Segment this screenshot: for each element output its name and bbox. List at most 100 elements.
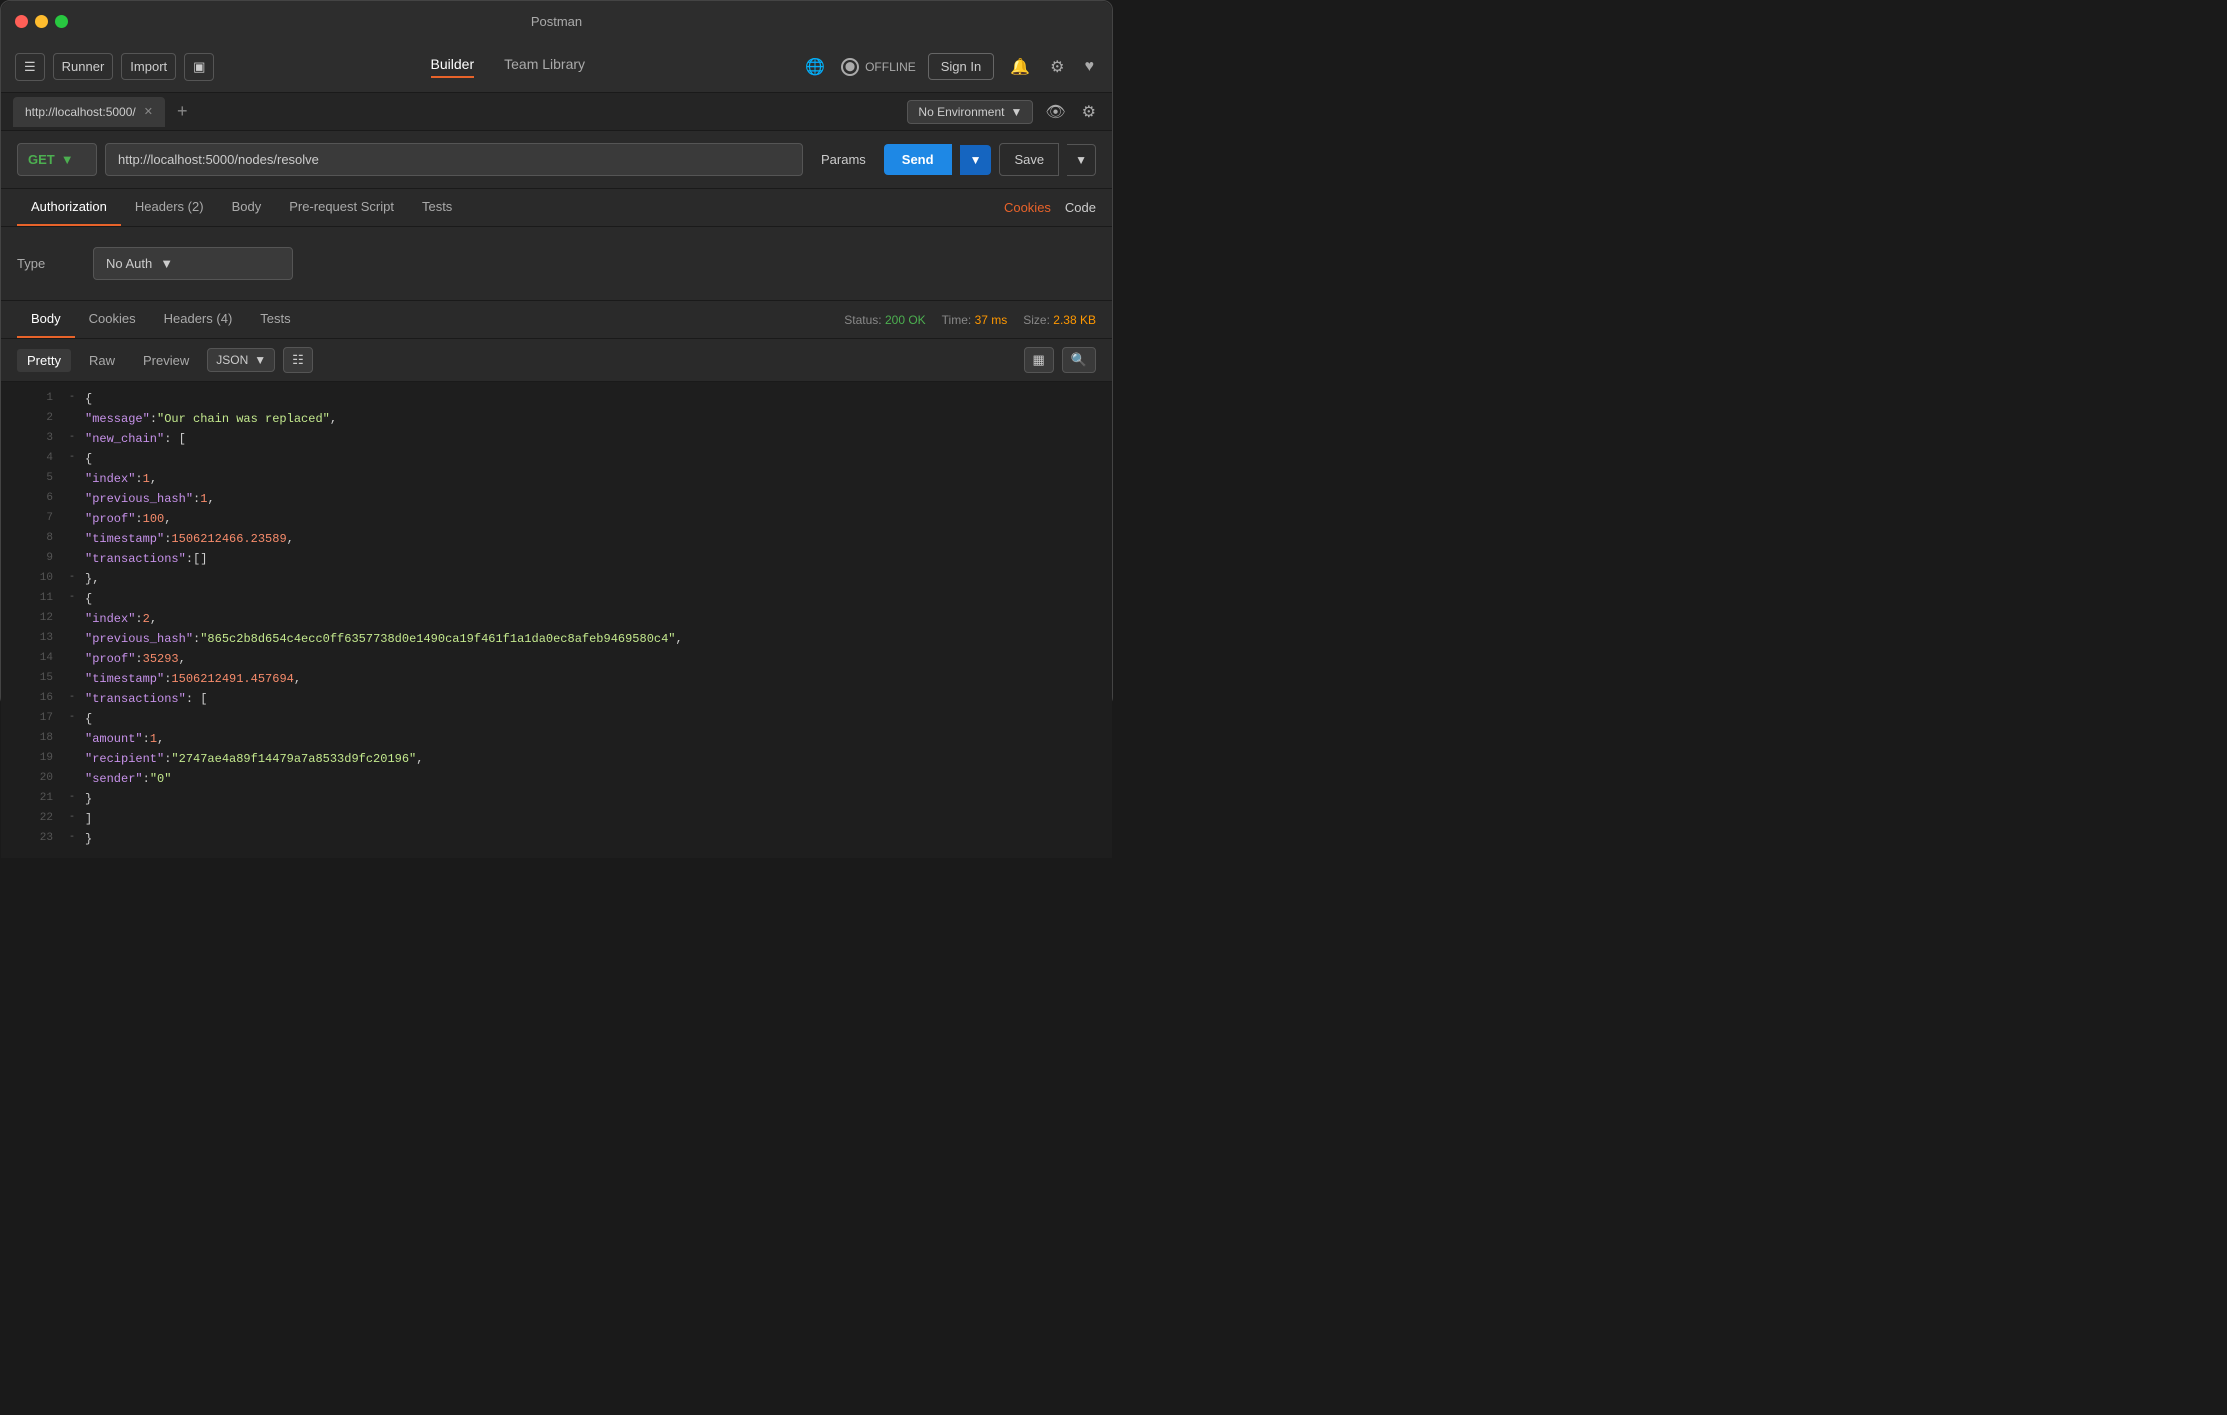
resp-tab-tests[interactable]: Tests [246,301,304,338]
json-token-punct: , [150,610,157,630]
collapse-toggle[interactable]: - [69,830,81,850]
minimize-button[interactable] [35,15,48,28]
line-number: 15 [17,670,53,690]
heart-icon[interactable]: ♥ [1081,54,1099,80]
format-preview[interactable]: Preview [133,349,199,372]
import-button[interactable]: Import [121,53,176,80]
offline-indicator: ⬤ [841,58,859,76]
settings-icon[interactable]: ⚙ [1046,53,1068,81]
json-token-brace: } [85,830,92,850]
new-tab-button[interactable]: ▣ [184,53,214,81]
url-input[interactable] [105,143,803,176]
runner-label: Runner [62,59,105,74]
response-format-bar: Pretty Raw Preview JSON ▼ ☷ ▦ 🔍 [1,339,1112,382]
size-label: Size: 2.38 KB [1023,313,1096,327]
collapse-toggle[interactable]: - [69,430,81,450]
resp-tab-cookies[interactable]: Cookies [75,301,150,338]
tab-tests[interactable]: Tests [408,189,466,226]
environment-select[interactable]: No Environment ▼ [907,100,1033,124]
offline-label: OFFLINE [865,60,916,74]
line-number: 9 [17,550,53,570]
json-body[interactable]: 1-{2 "message": "Our chain was replaced"… [1,382,1112,858]
add-tab-button[interactable]: + [171,101,194,122]
auth-type-chevron-icon: ▼ [160,256,173,271]
json-token-brace: } [85,790,92,810]
close-button[interactable] [15,15,28,28]
format-chevron-icon: ▼ [254,353,266,367]
format-pretty[interactable]: Pretty [17,349,71,372]
save-dropdown-button[interactable]: ▼ [1067,144,1096,176]
collapse-toggle [69,490,81,510]
json-token-punct: : [164,670,171,690]
tab-bar: http://localhost:5000/ ✕ + No Environmen… [1,93,1112,131]
auth-type-label: Type [17,256,77,271]
collapse-toggle[interactable]: - [69,570,81,590]
json-line: 7 "proof": 100, [1,510,1112,530]
globe-icon[interactable]: 🌐 [801,53,829,81]
json-token-punct: , [164,510,171,530]
filter-button[interactable]: ☷ [283,347,313,373]
copy-button[interactable]: ▦ [1024,347,1054,373]
collapse-toggle [69,470,81,490]
params-button[interactable]: Params [811,144,876,175]
code-link[interactable]: Code [1065,200,1096,215]
json-line: 3- "new_chain": [ [1,430,1112,450]
json-token-punct: : [164,530,171,550]
tab-body[interactable]: Body [218,189,276,226]
json-line: 4- { [1,450,1112,470]
json-token-punct: , [294,670,301,690]
tab-builder[interactable]: Builder [431,56,475,78]
send-button[interactable]: Send [884,144,952,175]
runner-button[interactable]: Runner [53,53,114,80]
json-token-punct: , [330,410,337,430]
json-token-str: "2747ae4a89f14479a7a8533d9fc20196" [171,750,416,770]
eye-icon[interactable]: 👁 [1041,98,1069,126]
sign-in-button[interactable]: Sign In [928,53,994,80]
json-line: 14 "proof": 35293, [1,650,1112,670]
json-line: 2 "message": "Our chain was replaced", [1,410,1112,430]
collapse-toggle [69,410,81,430]
sidebar-toggle-button[interactable]: ☰ [15,53,45,81]
save-button[interactable]: Save [999,143,1059,176]
json-token-brace: }, [85,570,99,590]
bell-icon[interactable]: 🔔 [1006,53,1034,81]
traffic-lights [15,15,68,28]
collapse-toggle[interactable]: - [69,450,81,470]
format-raw[interactable]: Raw [79,349,125,372]
titlebar: Postman [1,1,1112,41]
request-tabs-left: Authorization Headers (2) Body Pre-reque… [17,189,466,226]
json-token-punct: , [179,650,186,670]
tab-pre-request[interactable]: Pre-request Script [275,189,408,226]
collapse-toggle[interactable]: - [69,790,81,810]
json-token-num: 35293 [143,650,179,670]
collapse-toggle[interactable]: - [69,690,81,710]
tab-headers[interactable]: Headers (2) [121,189,218,226]
json-token-punct: : [ [164,430,186,450]
json-line: 8 "timestamp": 1506212466.23589, [1,530,1112,550]
tab-team-library[interactable]: Team Library [504,56,585,78]
tab-close-icon[interactable]: ✕ [144,105,153,118]
collapse-toggle [69,750,81,770]
format-type-select[interactable]: JSON ▼ [207,348,275,372]
json-token-punct: : [135,650,142,670]
json-line: 6 "previous_hash": 1, [1,490,1112,510]
resp-tab-headers[interactable]: Headers (4) [150,301,247,338]
auth-type-select[interactable]: No Auth ▼ [93,247,293,280]
collapse-toggle[interactable]: - [69,390,81,410]
search-button[interactable]: 🔍 [1062,347,1096,373]
json-token-key: "recipient" [85,750,164,770]
collapse-toggle[interactable]: - [69,710,81,730]
cookies-link[interactable]: Cookies [1004,200,1051,215]
collapse-toggle[interactable]: - [69,590,81,610]
time-value: 37 ms [975,313,1008,327]
method-select[interactable]: GET ▼ [17,143,97,176]
gear-icon[interactable]: ⚙ [1078,98,1100,126]
tab-authorization[interactable]: Authorization [17,189,121,226]
collapse-toggle[interactable]: - [69,810,81,830]
collapse-toggle [69,530,81,550]
resp-tab-body[interactable]: Body [17,301,75,338]
open-tab[interactable]: http://localhost:5000/ ✕ [13,97,165,127]
maximize-button[interactable] [55,15,68,28]
send-dropdown-button[interactable]: ▼ [960,145,992,175]
auth-type-value: No Auth [106,256,152,271]
